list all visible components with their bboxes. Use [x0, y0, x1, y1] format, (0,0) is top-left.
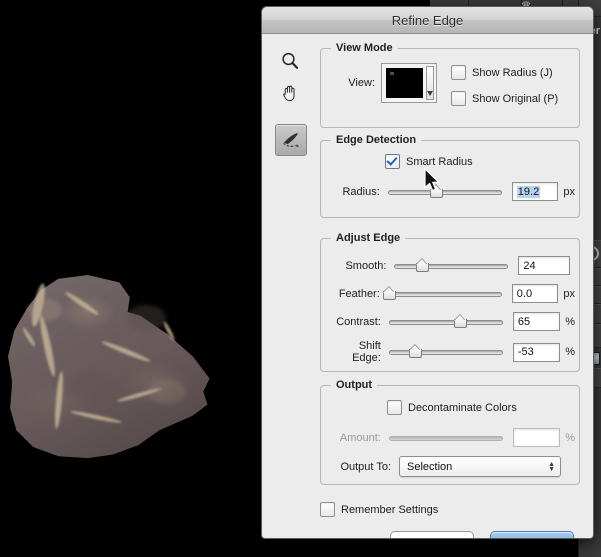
- radius-slider-thumb[interactable]: [430, 186, 443, 198]
- output-group: Output Decontaminate Colors Amount: % Ou…: [320, 385, 580, 485]
- smooth-label: Smooth:: [331, 260, 386, 272]
- contrast-input[interactable]: 65: [513, 312, 560, 331]
- tool-column: [275, 46, 311, 158]
- shift-edge-value: -53: [518, 346, 534, 358]
- contrast-value: 65: [518, 316, 530, 328]
- radius-value: 19.2: [517, 186, 540, 198]
- smart-radius-label: Smart Radius: [406, 156, 473, 168]
- output-legend: Output: [331, 379, 377, 391]
- view-mode-group: View Mode View: Show Radius (J) S: [320, 48, 580, 128]
- show-radius-checkbox[interactable]: [451, 65, 466, 80]
- feather-unit: px: [563, 288, 575, 300]
- edge-detection-group: Edge Detection Smart Radius Radius: 19.2…: [320, 140, 580, 218]
- contrast-slider-track: [389, 320, 503, 325]
- stepper-arrows-icon: ▲▼: [548, 462, 555, 472]
- output-to-value: Selection: [407, 461, 452, 473]
- contrast-slider-thumb[interactable]: [454, 316, 467, 328]
- smooth-value: 24: [523, 260, 535, 272]
- ok-button[interactable]: OK: [490, 531, 574, 539]
- refine-radius-tool[interactable]: [275, 124, 307, 156]
- amount-slider[interactable]: [389, 431, 503, 445]
- radius-label: Radius:: [331, 186, 380, 198]
- rock-image: [8, 275, 218, 460]
- feather-value: 0.0: [517, 288, 532, 300]
- shift-edge-slider-thumb[interactable]: [409, 346, 422, 358]
- cancel-button-label: Cancel: [413, 536, 450, 539]
- feather-slider-thumb[interactable]: [383, 288, 396, 300]
- smooth-input[interactable]: 24: [518, 256, 570, 275]
- view-label: View:: [337, 77, 375, 89]
- dialog-title: Refine Edge: [392, 13, 464, 28]
- feather-slider-track: [388, 292, 502, 297]
- view-preview-image: [386, 68, 423, 98]
- smart-radius-checkbox[interactable]: [385, 154, 400, 169]
- amount-unit: %: [565, 432, 575, 444]
- radius-input[interactable]: 19.2: [512, 182, 559, 201]
- adjust-edge-legend: Adjust Edge: [331, 232, 405, 244]
- view-mode-legend: View Mode: [331, 42, 398, 54]
- amount-label: Amount:: [331, 432, 381, 444]
- refine-edge-dialog: Refine Edge: [261, 6, 594, 539]
- adjust-edge-group: Adjust Edge Smooth: 24 Feather:: [320, 238, 580, 372]
- contrast-slider[interactable]: [389, 315, 503, 329]
- smooth-slider-thumb[interactable]: [416, 260, 429, 272]
- show-original-label: Show Original (P): [472, 93, 558, 105]
- contrast-label: Contrast:: [331, 316, 381, 328]
- refine-brush-icon: [280, 129, 302, 151]
- shift-edge-input[interactable]: -53: [513, 343, 560, 362]
- chevron-down-icon: [427, 91, 433, 96]
- feather-input[interactable]: 0.0: [512, 284, 559, 303]
- decontaminate-colors-label: Decontaminate Colors: [408, 402, 517, 414]
- feather-slider[interactable]: [388, 287, 502, 301]
- output-to-select[interactable]: Selection ▲▼: [399, 456, 561, 477]
- smooth-slider-track: [394, 264, 508, 269]
- smooth-slider[interactable]: [394, 259, 508, 273]
- edge-detection-legend: Edge Detection: [331, 134, 421, 146]
- radius-unit: px: [563, 186, 575, 198]
- shift-edge-label: Shift Edge:: [331, 340, 381, 364]
- amount-slider-track: [389, 436, 503, 441]
- output-to-label: Output To:: [331, 461, 391, 473]
- show-radius-label: Show Radius (J): [472, 67, 553, 79]
- cancel-button[interactable]: Cancel: [390, 531, 474, 539]
- shift-edge-unit: %: [565, 346, 575, 358]
- ok-button-label: OK: [523, 536, 540, 539]
- view-preview-thumbnail[interactable]: [381, 63, 437, 103]
- decontaminate-colors-checkbox[interactable]: [387, 400, 402, 415]
- radius-slider[interactable]: [388, 185, 502, 199]
- hand-icon: [280, 83, 300, 103]
- contrast-unit: %: [565, 316, 575, 328]
- view-preset-dropdown-button[interactable]: [426, 66, 434, 100]
- show-original-checkbox[interactable]: [451, 91, 466, 106]
- magnifier-icon: [280, 51, 300, 71]
- hand-tool[interactable]: [275, 78, 305, 108]
- shift-edge-slider[interactable]: [389, 345, 503, 359]
- remember-settings-checkbox[interactable]: [320, 502, 335, 517]
- shift-edge-slider-track: [389, 350, 503, 355]
- feather-label: Feather:: [331, 288, 380, 300]
- radius-slider-track: [388, 190, 502, 195]
- remember-settings-label: Remember Settings: [341, 504, 438, 516]
- amount-input[interactable]: [513, 428, 560, 447]
- dialog-titlebar[interactable]: Refine Edge: [262, 7, 593, 34]
- zoom-tool[interactable]: [275, 46, 305, 76]
